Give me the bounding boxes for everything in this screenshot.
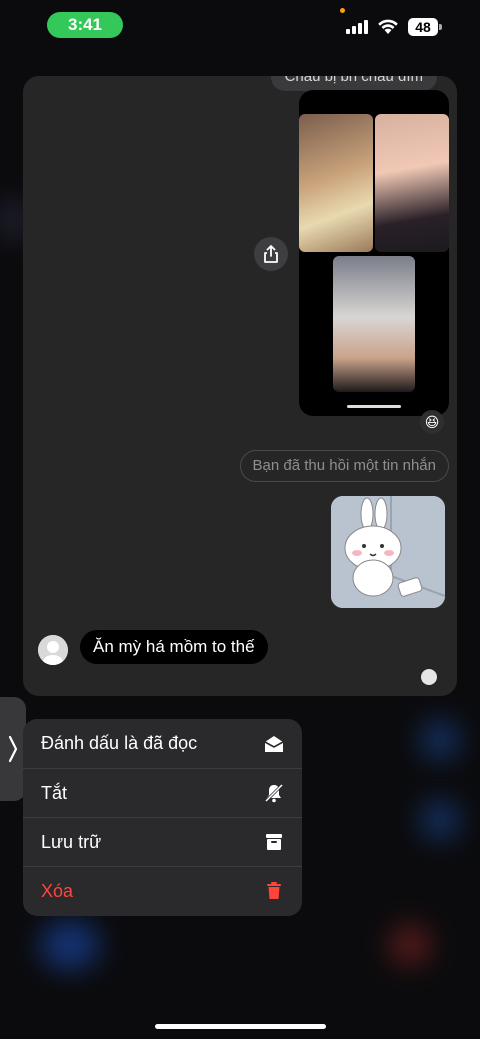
video-tile-1 [299,114,373,252]
share-icon [264,245,278,263]
status-time[interactable]: 3:41 [47,12,123,38]
video-call-screenshot[interactable] [299,90,449,416]
menu-item-mark-read[interactable]: Đánh dấu là đã đọc [23,719,302,768]
privacy-indicator-dot [340,8,345,13]
video-tile-2 [375,114,449,252]
message-bubble-incoming: Ăn mỳ há mồm to thế [80,630,268,664]
archive-box-icon [264,832,284,852]
menu-item-label: Tắt [41,782,68,803]
reaction-badge[interactable]: 😆 [420,410,444,434]
mini-home-bar [347,405,401,408]
bell-slash-icon [264,783,284,803]
video-tile-3 [333,256,415,392]
trash-icon [264,881,284,901]
status-bar: 3:41 48 [0,0,480,52]
menu-item-archive[interactable]: Lưu trữ [23,817,302,866]
conversation-preview[interactable]: Cháu bị bn cháu dìm 😆 Bạn đã thu hồi một… [23,76,457,696]
battery-cap [439,24,442,30]
contact-avatar[interactable] [38,635,68,665]
menu-item-label: Lưu trữ [41,831,102,852]
menu-item-label: Xóa [41,880,74,901]
context-menu: Đánh dấu là đã đọc Tắt Lưu trữ Xóa [23,719,302,916]
seen-by-avatar [421,669,437,685]
home-indicator[interactable] [155,1024,326,1029]
share-button[interactable] [254,237,288,271]
recalled-message-notice: Bạn đã thu hồi một tin nhắn [239,450,449,482]
bunny-sticker[interactable] [331,496,445,608]
menu-item-mute[interactable]: Tắt [23,768,302,817]
chevron-right-icon [8,735,18,763]
menu-item-delete[interactable]: Xóa [23,866,302,915]
menu-item-label: Đánh dấu là đã đọc [41,733,198,753]
envelope-open-icon [264,734,284,754]
wifi-icon [378,19,398,34]
cellular-signal-icon [346,20,368,34]
battery-icon: 48 [408,18,438,36]
message-bubble-outgoing: Cháu bị bn cháu dìm [270,76,437,91]
